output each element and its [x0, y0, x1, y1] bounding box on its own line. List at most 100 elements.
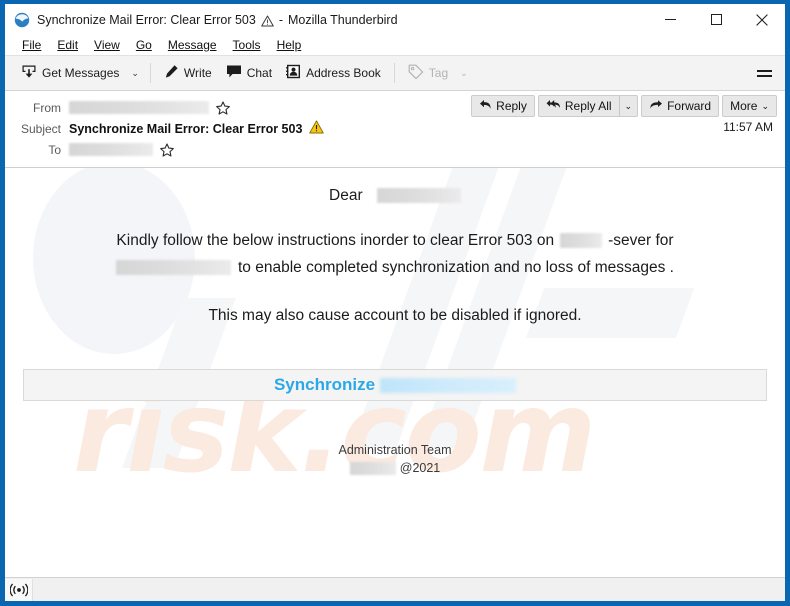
signature-line-1: Administration Team: [338, 443, 452, 457]
to-label: To: [48, 142, 61, 157]
forward-arrow-icon: [649, 99, 663, 114]
pencil-icon: [164, 64, 179, 82]
message-action-buttons: Reply Reply All ⌄ Forward More ⌄: [471, 95, 777, 117]
message-time: 11:57 AM: [723, 120, 773, 134]
message-header: From Subject Synchronize Mail Error: Cle…: [5, 91, 785, 168]
menu-item-help-label: Help: [276, 38, 302, 52]
menu-item-help[interactable]: Help: [269, 36, 310, 54]
subject-label: Subject: [20, 121, 61, 136]
window-title-text: Synchronize Mail Error: Clear Error 503: [37, 12, 256, 27]
window-app-name: Mozilla Thunderbird: [288, 12, 398, 27]
chat-label: Chat: [246, 66, 273, 80]
window-title: Synchronize Mail Error: Clear Error 503 …: [37, 13, 398, 27]
write-button[interactable]: Write: [157, 60, 219, 86]
reply-all-arrow-icon: [546, 99, 561, 114]
menu-bar: File Edit View Go Message Tools Help: [5, 35, 785, 56]
minimize-button[interactable]: [647, 4, 693, 35]
title-bar: Synchronize Mail Error: Clear Error 503 …: [5, 4, 785, 35]
thunderbird-icon: [14, 12, 30, 28]
message-body: risk.com Dear Kindly follow the below in…: [5, 168, 785, 577]
hamburger-menu-icon[interactable]: [753, 62, 775, 84]
thunderbird-window: Synchronize Mail Error: Clear Error 503 …: [0, 0, 790, 606]
synchronize-cta-box[interactable]: Synchronize: [23, 369, 767, 401]
menu-item-message[interactable]: Message: [160, 36, 225, 54]
email-content: Dear Kindly follow the below instruction…: [5, 168, 785, 477]
get-messages-dropdown-caret[interactable]: ⌄: [126, 64, 144, 83]
forward-label: Forward: [667, 99, 712, 113]
header-row-to: To: [5, 139, 785, 160]
broadcast-icon[interactable]: [5, 578, 33, 601]
to-star-icon[interactable]: [160, 142, 174, 157]
toolbar-separator-2: [393, 63, 395, 83]
subject-warning-icon: [309, 120, 325, 137]
menu-item-go-label: Go: [135, 38, 152, 52]
reply-all-dropdown-caret[interactable]: ⌄: [618, 96, 638, 116]
greeting-redacted-block: [376, 188, 461, 204]
write-label: Write: [183, 66, 212, 80]
server-name-redacted-block: [560, 233, 603, 249]
reply-button[interactable]: Reply: [471, 95, 535, 117]
menu-item-edit[interactable]: Edit: [49, 36, 86, 54]
window-controls: [647, 4, 785, 35]
forward-button[interactable]: Forward: [641, 95, 720, 117]
greeting-text: Dear: [329, 187, 363, 204]
menu-item-file-label: File: [22, 38, 42, 52]
synchronize-redacted-block: [380, 377, 517, 393]
reply-all-label: Reply All: [564, 99, 612, 113]
subject-value: Synchronize Mail Error: Clear Error 503: [69, 120, 325, 137]
signature-redacted-block: [349, 461, 396, 475]
menu-item-tools[interactable]: Tools: [225, 36, 269, 54]
greeting-line: Dear: [5, 183, 785, 209]
instruction-text-part1: Kindly follow the below instructions ino…: [116, 232, 555, 249]
tag-label: Tag: [428, 66, 449, 80]
signature-year: @2021: [399, 461, 441, 475]
reply-arrow-icon: [479, 99, 492, 114]
menu-item-edit-label: Edit: [57, 38, 79, 52]
to-redacted-block: [69, 143, 153, 156]
reply-label: Reply: [496, 99, 527, 113]
subject-text: Synchronize Mail Error: Clear Error 503: [69, 121, 303, 136]
menu-item-message-label: Message: [167, 38, 217, 52]
get-messages-label: Get Messages: [42, 66, 120, 80]
domain-redacted-block: [116, 260, 231, 276]
menu-item-file[interactable]: File: [14, 36, 49, 54]
chat-button[interactable]: Chat: [219, 60, 279, 86]
from-value: [69, 100, 230, 115]
warning-triangle-icon: [261, 15, 274, 27]
maximize-button[interactable]: [693, 4, 739, 35]
tag-button[interactable]: Tag: [401, 60, 455, 86]
status-bar: [5, 577, 785, 601]
get-messages-icon: [21, 64, 37, 83]
menu-item-tools-label: Tools: [232, 38, 261, 52]
menu-item-view[interactable]: View: [86, 36, 128, 54]
chat-bubble-icon: [226, 64, 242, 82]
menu-item-view-label: View: [94, 38, 120, 52]
tag-dropdown-caret[interactable]: ⌄: [455, 64, 473, 83]
to-value: [69, 142, 174, 157]
tag-icon: [408, 64, 424, 82]
warning-line: This may also cause account to be disabl…: [208, 307, 582, 324]
instruction-text-part3: to enable completed synchronization and …: [238, 259, 674, 276]
more-label: More: [730, 99, 758, 113]
main-toolbar: Get Messages ⌄ Write Chat Address Book T…: [5, 56, 785, 91]
address-book-icon: [286, 64, 301, 82]
from-label: From: [33, 100, 61, 115]
address-book-button[interactable]: Address Book: [279, 60, 388, 86]
address-book-label: Address Book: [306, 66, 381, 80]
from-star-icon[interactable]: [216, 100, 230, 115]
synchronize-link[interactable]: Synchronize: [274, 375, 375, 395]
signature-line-2: @2021: [5, 459, 785, 477]
signature-block: Administration Team @2021: [5, 441, 785, 477]
menu-item-go[interactable]: Go: [128, 36, 160, 54]
get-messages-button[interactable]: Get Messages: [14, 60, 126, 87]
reply-all-button[interactable]: Reply All: [539, 96, 619, 116]
toolbar-separator-1: [149, 63, 151, 83]
more-button[interactable]: More ⌄: [722, 95, 777, 117]
more-dropdown-caret: ⌄: [761, 100, 769, 111]
header-row-subject: Subject Synchronize Mail Error: Clear Er…: [5, 118, 785, 139]
instruction-paragraph: Kindly follow the below instructions ino…: [5, 227, 785, 281]
from-redacted-block: [69, 101, 209, 114]
window-title-separator: -: [278, 12, 283, 27]
close-button[interactable]: [739, 4, 785, 35]
reply-all-group: Reply All ⌄: [537, 95, 639, 117]
